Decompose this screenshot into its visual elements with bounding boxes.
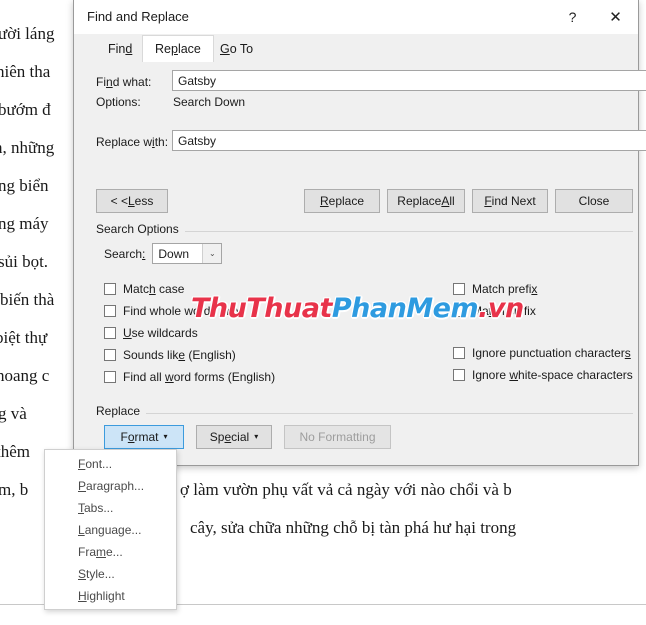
search-options-legend: Search Options (96, 222, 185, 236)
watermark-part-red-1: ThuThuat (191, 293, 332, 324)
replace-group-legend: Replace (96, 404, 147, 418)
document-text-line: biến thà (0, 290, 55, 309)
menu-item-paragraph-label: Paragraph... (78, 479, 145, 493)
checkbox-icon[interactable] (104, 349, 116, 361)
document-text-line: n, những (0, 138, 55, 157)
document-text-line: cây, sửa chữa những chỗ bị tàn phá hư hạ… (190, 518, 517, 537)
dialog-title: Find and Replace (87, 9, 189, 24)
tab-replace-label: Replace (155, 42, 201, 56)
document-text-line: ng biển (0, 176, 49, 195)
help-icon[interactable]: ? (552, 0, 593, 33)
checkbox-icon[interactable] (104, 283, 116, 295)
tab-go-to-label: Go To (220, 42, 254, 56)
document-text-line: thêm (0, 442, 30, 461)
tab-go-to[interactable]: Go To (208, 36, 265, 62)
replace-button[interactable]: Replace (304, 189, 380, 213)
less-button[interactable]: < < Less (96, 189, 168, 213)
checkbox-icon[interactable] (104, 327, 116, 339)
document-text-line: m, b (0, 480, 29, 499)
dialog-titlebar: Find and Replace ? ✕ (74, 0, 638, 35)
caret-down-icon: ▾ (163, 432, 168, 441)
replace-with-label: Replace with: (96, 135, 169, 149)
checkbox-icon[interactable] (453, 347, 465, 359)
replace-with-value: Gatsby (178, 133, 217, 148)
format-dropdown-menu: Font... Paragraph... Tabs... Language...… (44, 449, 177, 610)
watermark-part-red-2: .vn (478, 293, 524, 324)
document-text-line: biệt thự (0, 328, 48, 347)
checkbox-use-wildcards-label: Use wildcards (123, 326, 198, 340)
special-button-label: Special (209, 430, 250, 444)
checkbox-ignore-punctuation-characters[interactable]: Ignore punctuation characters (453, 346, 631, 360)
search-direction-row: Search: Down ⌄ (104, 243, 223, 264)
no-formatting-button: No Formatting (284, 425, 391, 449)
menu-item-style-label: Style... (78, 567, 115, 581)
document-text-line: ợ làm vườn phụ vất vả cả ngày với nào ch… (180, 480, 512, 499)
menu-item-font-label: Font... (78, 457, 113, 471)
document-text-line: g và (0, 404, 27, 423)
menu-item-highlight[interactable]: Highlight (45, 585, 176, 607)
watermark-logo: ThuThuatPhanMem.vn (191, 293, 524, 324)
menu-item-language-label: Language... (78, 523, 142, 537)
checkbox-use-wildcards[interactable]: Use wildcards (104, 326, 198, 340)
dialog-tab-strip: Find Replace Go To (74, 34, 638, 63)
checkbox-match-case-label: Match case (123, 282, 185, 296)
tab-find[interactable]: Find (96, 36, 144, 62)
caret-down-icon: ▾ (254, 432, 259, 441)
replace-with-input[interactable]: Gatsby ⌄ (172, 130, 646, 151)
tab-find-label: Find (108, 42, 133, 56)
checkbox-icon[interactable] (453, 369, 465, 381)
checkbox-icon[interactable] (104, 371, 116, 383)
format-button-label: Format (120, 430, 159, 444)
checkbox-find-all-word-forms-label: Find all word forms (English) (123, 370, 276, 384)
checkbox-ignore-white-space-characters[interactable]: Ignore white-space characters (453, 368, 633, 382)
replace-group-divider (96, 413, 633, 414)
checkbox-sounds-like[interactable]: Sounds like (English) (104, 348, 236, 362)
find-what-label: Find what: (96, 75, 152, 89)
options-value: Search Down (173, 95, 246, 109)
close-dialog-button[interactable]: Close (555, 189, 633, 213)
document-text-line: hiên tha (0, 62, 51, 81)
document-text-line: sủi bọt. (0, 252, 49, 271)
menu-item-tabs[interactable]: Tabs... (45, 497, 176, 519)
menu-item-tabs-label: Tabs... (78, 501, 114, 515)
find-what-value: Gatsby (178, 73, 217, 88)
menu-item-highlight-label: Highlight (78, 589, 125, 603)
close-icon[interactable]: ✕ (595, 0, 636, 33)
menu-item-frame[interactable]: Frame... (45, 541, 176, 563)
search-direction-value: Down (158, 246, 190, 261)
menu-item-paragraph[interactable]: Paragraph... (45, 475, 176, 497)
checkbox-ignore-white-space-characters-label: Ignore white-space characters (472, 368, 633, 382)
find-what-input[interactable]: Gatsby ⌄ (172, 70, 646, 91)
checkbox-match-case[interactable]: Match case (104, 282, 184, 296)
replace-all-button[interactable]: Replace All (387, 189, 465, 213)
menu-item-font[interactable]: Font... (45, 453, 176, 475)
dialog-body: Find what: Gatsby ⌄ Options: Search Down… (74, 62, 646, 465)
options-label: Options: (96, 95, 141, 109)
checkbox-ignore-punctuation-characters-label: Ignore punctuation characters (472, 346, 631, 360)
search-direction-label: Search: (104, 246, 146, 261)
document-text-line: ng máy (0, 214, 49, 233)
document-text-line: bướm đ (0, 100, 51, 119)
document-text-line: ười láng (0, 24, 55, 43)
find-and-replace-dialog: Find and Replace ? ✕ Find Replace Go To … (73, 0, 646, 466)
search-direction-select[interactable]: Down ⌄ (152, 243, 223, 264)
format-button[interactable]: Format ▾ (104, 425, 184, 449)
document-text-line: hoang c (0, 366, 50, 385)
watermark-part-blue: PhanMem (331, 293, 479, 324)
tab-replace[interactable]: Replace (142, 35, 214, 63)
special-button[interactable]: Special ▾ (196, 425, 272, 449)
checkbox-icon[interactable] (104, 305, 116, 317)
menu-item-frame-label: Frame... (78, 545, 123, 559)
find-next-button[interactable]: Find Next (472, 189, 548, 213)
checkbox-sounds-like-label: Sounds like (English) (123, 348, 236, 362)
checkbox-find-all-word-forms[interactable]: Find all word forms (English) (104, 370, 275, 384)
menu-item-style[interactable]: Style... (45, 563, 176, 585)
chevron-down-icon[interactable]: ⌄ (202, 244, 222, 263)
menu-item-language[interactable]: Language... (45, 519, 176, 541)
